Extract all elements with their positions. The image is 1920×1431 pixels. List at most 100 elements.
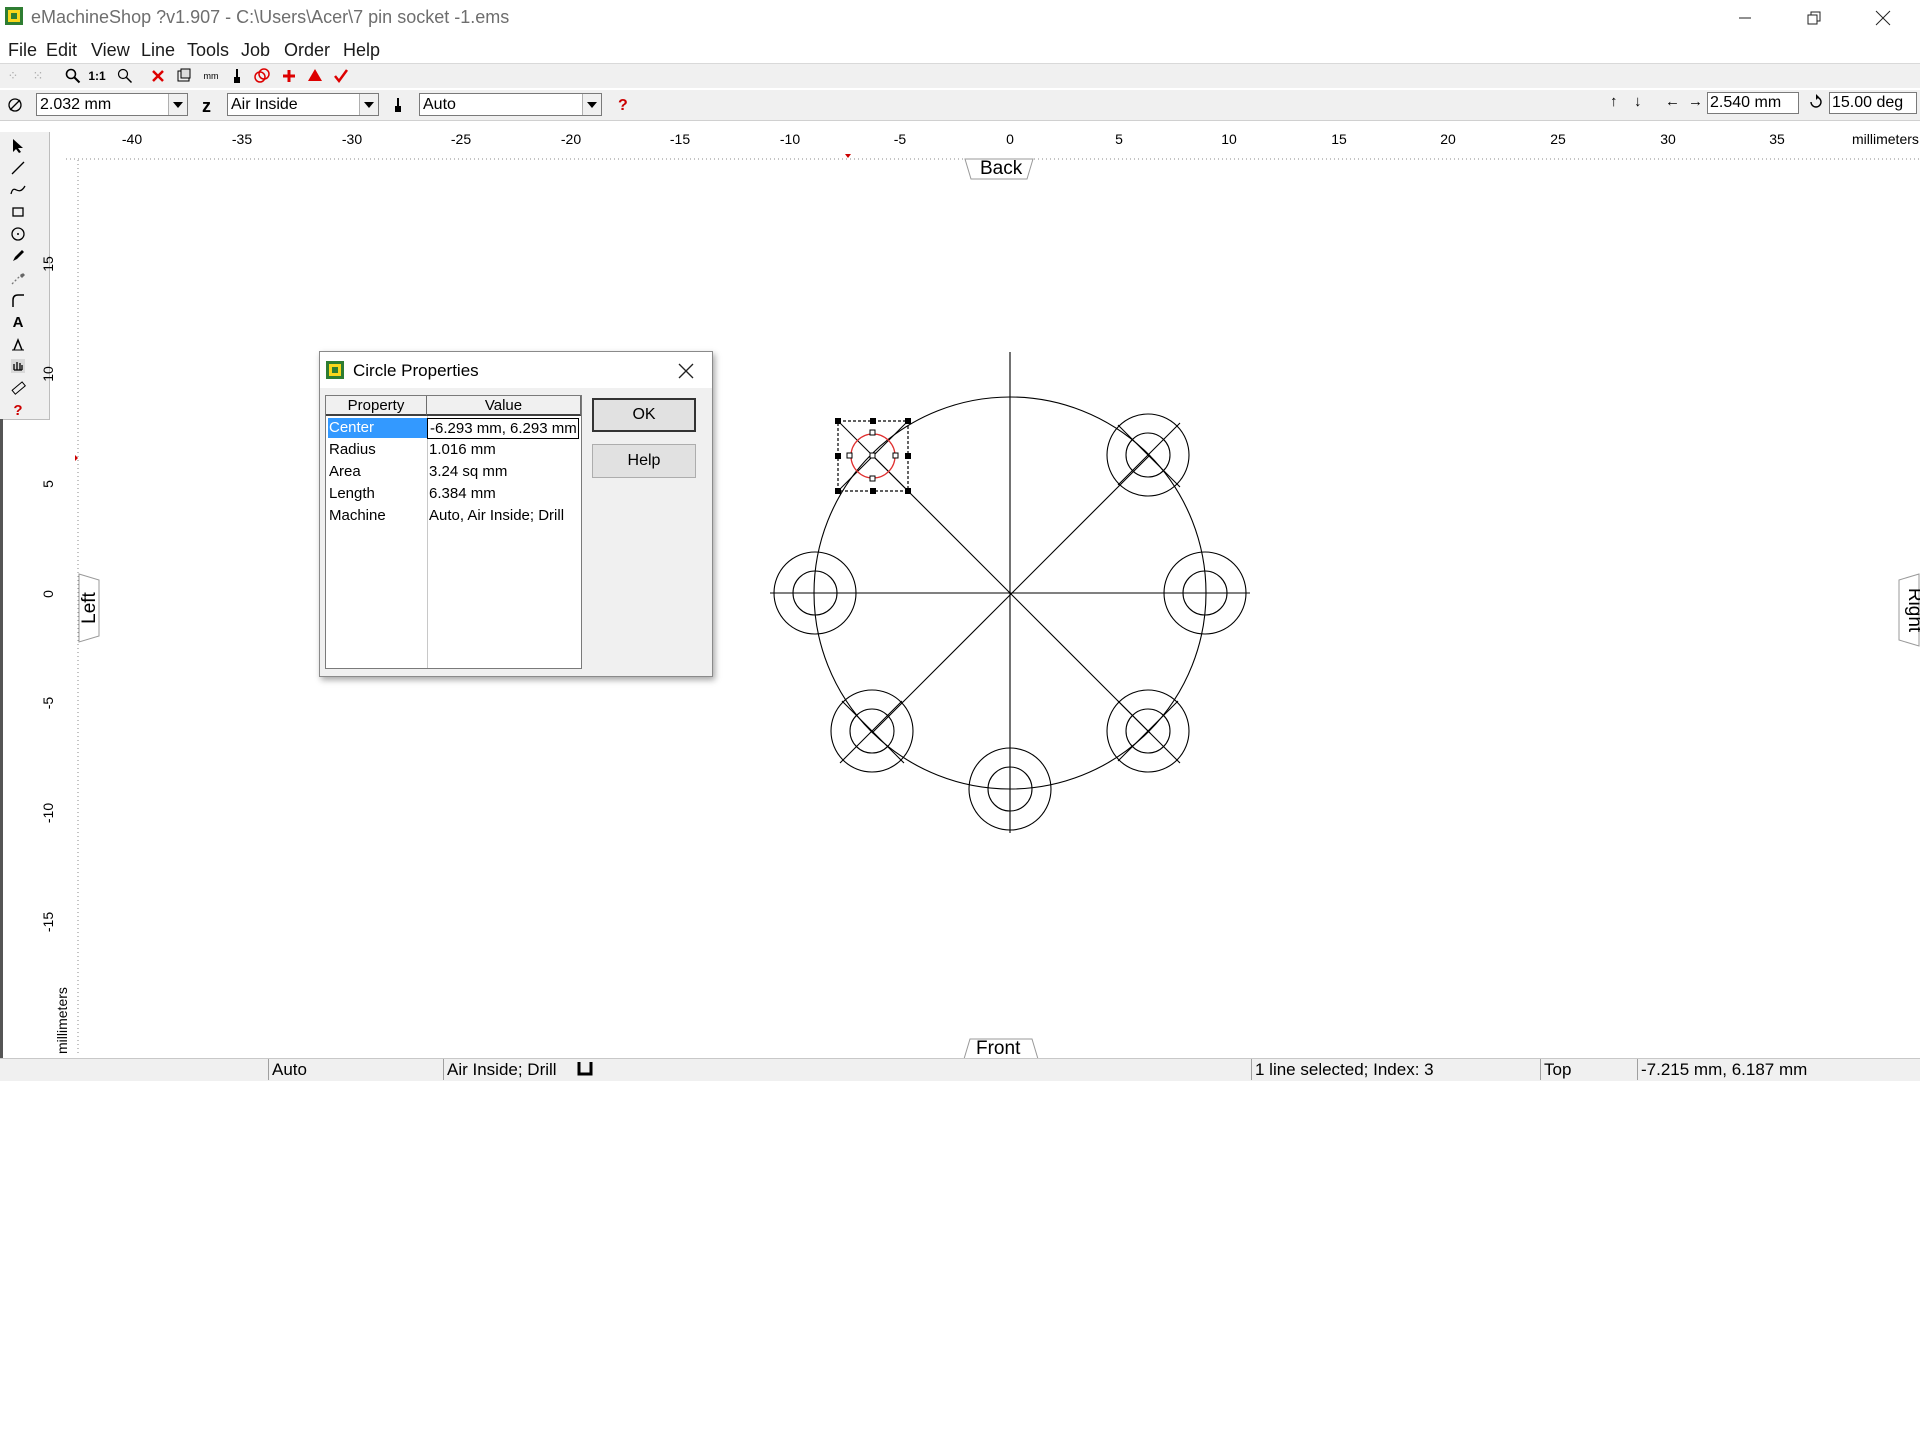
property-column-header[interactable]: Property	[326, 396, 427, 416]
minimize-button[interactable]	[1710, 0, 1779, 36]
property-value-machine[interactable]: Auto, Air Inside; Drill	[427, 506, 581, 526]
rectangle-tool-icon[interactable]	[8, 202, 28, 222]
back-view-tab[interactable]: Back	[964, 157, 1034, 181]
property-name-length[interactable]: Length	[328, 484, 427, 504]
property-value-center[interactable]: -6.293 mm, 6.293 mm	[427, 418, 579, 439]
property-value-length[interactable]: 6.384 mm	[427, 484, 581, 504]
depth-gauge-icon	[576, 1060, 594, 1083]
property-value-radius[interactable]: 1.016 mm	[427, 440, 581, 460]
menu-tools[interactable]: Tools	[187, 40, 229, 61]
restore-button[interactable]	[1779, 0, 1848, 36]
nudge-up-icon[interactable]: ↑	[1610, 93, 1618, 110]
diameter-value: 2.032 mm	[40, 96, 112, 113]
help-button[interactable]: Help	[592, 444, 696, 478]
property-name-area[interactable]: Area	[328, 462, 427, 482]
menu-order[interactable]: Order	[284, 40, 330, 61]
rotate-angle-field[interactable]: 15.00 deg	[1829, 92, 1917, 114]
menu-view[interactable]: View	[91, 40, 130, 61]
close-icon	[1875, 10, 1890, 26]
title-bar: eMachineShop ?v1.907 - C:\Users\Acer\7 p…	[0, 0, 1920, 36]
chevron-down-icon[interactable]	[582, 94, 601, 115]
left-view-tab[interactable]: Left	[78, 573, 100, 643]
fillet-tool-icon[interactable]	[8, 290, 28, 310]
rotate-icon[interactable]	[1808, 94, 1824, 115]
vertical-ruler-unit: millimeters	[54, 987, 70, 1054]
chevron-down-icon[interactable]	[359, 94, 378, 115]
zoom-actual-icon[interactable]: 1:1	[88, 67, 106, 85]
depth-label: z	[202, 96, 211, 116]
hand-tool-icon[interactable]	[8, 356, 28, 376]
v-tick-label: 15	[40, 256, 56, 272]
dialog-title-bar: Circle Properties	[320, 352, 712, 388]
dialog-title: Circle Properties	[353, 361, 479, 380]
value-column-header[interactable]: Value	[427, 396, 581, 416]
dimension-tool-icon[interactable]	[8, 334, 28, 354]
menu-job[interactable]: Job	[241, 40, 270, 61]
whats-this-icon[interactable]: ?	[8, 400, 28, 420]
property-table[interactable]: Property Value Center -6.293 mm, 6.293 m…	[325, 395, 582, 669]
status-process: Air Inside; Drill	[443, 1059, 587, 1080]
h-tick-label: -15	[669, 131, 691, 147]
close-icon[interactable]	[675, 360, 697, 382]
menu-help[interactable]: Help	[343, 40, 380, 61]
h-tick-label: -35	[231, 131, 253, 147]
drawing-canvas[interactable]	[760, 345, 1260, 845]
menu-edit[interactable]: Edit	[46, 40, 77, 61]
units-icon[interactable]: mm	[202, 67, 220, 85]
nudge-distance-field[interactable]: 2.540 mm	[1707, 92, 1799, 114]
circle-tool-icon[interactable]	[8, 224, 28, 244]
menu-file[interactable]: File	[8, 40, 37, 61]
h-tick-label: -30	[341, 131, 363, 147]
zoom-out-icon[interactable]	[116, 67, 134, 85]
help-icon[interactable]: ?	[618, 97, 628, 115]
curve-tool-icon[interactable]	[8, 180, 28, 200]
nudge-down-icon[interactable]: ↓	[1634, 93, 1642, 110]
status-machine: Auto	[268, 1059, 443, 1080]
front-view-tab[interactable]: Front	[963, 1038, 1039, 1060]
menu-line[interactable]: Line	[141, 40, 175, 61]
property-name-machine[interactable]: Machine	[328, 506, 427, 526]
h-tick-label: 10	[1221, 131, 1237, 147]
3d-view-icon[interactable]	[306, 67, 324, 85]
depth-icon[interactable]	[228, 67, 246, 85]
properties-icon[interactable]	[175, 67, 193, 85]
pen-tool-icon[interactable]	[8, 246, 28, 266]
ok-button[interactable]: OK	[592, 398, 696, 432]
property-name-radius[interactable]: Radius	[328, 440, 427, 460]
material-icon[interactable]	[253, 67, 271, 85]
h-tick-label: -10	[779, 131, 801, 147]
app-icon	[5, 7, 23, 25]
diameter-combo[interactable]: 2.032 mm	[36, 93, 188, 116]
material-combo[interactable]: Air Inside	[227, 93, 379, 116]
chevron-down-icon[interactable]	[168, 94, 187, 115]
material-value: Air Inside	[231, 96, 298, 113]
horizontal-ruler	[66, 154, 1920, 160]
h-tick-label: -20	[560, 131, 582, 147]
property-value-area[interactable]: 3.24 sq mm	[427, 462, 581, 482]
minimize-icon	[1738, 17, 1751, 19]
delete-icon[interactable]	[149, 67, 167, 85]
check-design-icon[interactable]	[332, 67, 350, 85]
nudge-right-icon[interactable]: →	[1688, 93, 1703, 110]
ruler-tool-icon[interactable]	[8, 378, 28, 398]
right-view-tab[interactable]: Right	[1898, 573, 1920, 647]
v-tick-label: 5	[40, 480, 56, 488]
selected-circle[interactable]	[835, 418, 911, 494]
group-icon[interactable]: ⁘	[4, 67, 22, 85]
h-tick-label: 15	[1331, 131, 1347, 147]
pin-hole	[830, 689, 914, 773]
h-tick-label: 30	[1660, 131, 1676, 147]
close-button[interactable]	[1848, 0, 1917, 36]
eraser-tool-icon[interactable]	[8, 268, 28, 288]
zoom-in-icon[interactable]	[64, 67, 82, 85]
nudge-left-icon[interactable]: ←	[1665, 93, 1680, 110]
ungroup-icon[interactable]: ⁙	[29, 67, 47, 85]
h-tick-label: -40	[121, 131, 143, 147]
add-feature-icon[interactable]	[280, 67, 298, 85]
property-name-center[interactable]: Center	[328, 418, 427, 438]
pin-hole	[1106, 689, 1190, 773]
machine-combo[interactable]: Auto	[419, 93, 602, 116]
text-tool-icon[interactable]: A	[8, 312, 28, 332]
v-tick-label: -15	[40, 911, 56, 933]
front-view-label: Front	[976, 1038, 1021, 1059]
